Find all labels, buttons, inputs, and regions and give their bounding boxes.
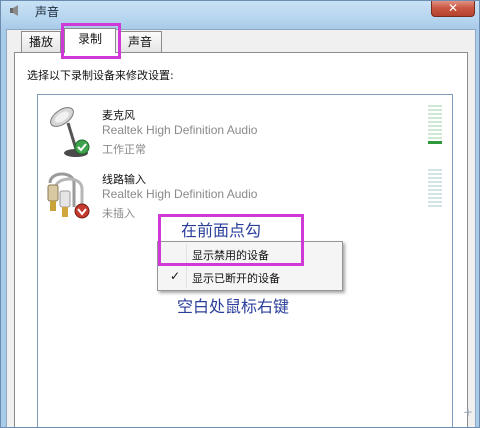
tab-label: 声音	[127, 35, 152, 49]
down-arrow-badge-icon	[74, 203, 90, 219]
instruction-text: 选择以下录制设备来修改设置:	[27, 69, 174, 82]
close-button[interactable]: ✕	[431, 1, 475, 17]
sound-dialog-window: 声音 ✕ 播放 录制 声音 选择以下录制设备来修改设置: 麦克风 Realtek…	[0, 0, 480, 428]
check-badge-icon	[74, 139, 90, 155]
level-meter	[428, 169, 442, 207]
level-meter	[428, 105, 442, 144]
device-driver: Realtek High Definition Audio	[102, 187, 258, 201]
annotation-right-click-blank: 空白处鼠标右键	[177, 297, 290, 316]
device-status: 工作正常	[102, 143, 146, 156]
window-title: 声音	[35, 5, 60, 19]
list-item-microphone[interactable]: 麦克风 Realtek High Definition Audio 工作正常	[38, 101, 452, 163]
tab-playback[interactable]: 播放	[21, 31, 61, 53]
annotation-check-front: 在前面点勾	[181, 221, 262, 240]
tab-sounds[interactable]: 声音	[118, 31, 162, 53]
speaker-icon	[10, 5, 18, 16]
tab-label: 录制	[77, 32, 102, 46]
menu-separator	[186, 244, 187, 288]
device-status: 未插入	[102, 207, 135, 220]
close-icon: ✕	[447, 1, 459, 15]
tab-recording[interactable]: 录制	[64, 28, 116, 53]
device-driver: Realtek High Definition Audio	[102, 123, 258, 137]
device-name: 麦克风	[102, 109, 135, 122]
menu-item-show-disabled[interactable]: 显示禁用的设备	[192, 247, 269, 263]
watermark: +	[462, 404, 474, 420]
menu-item-show-disconnected[interactable]: 显示已断开的设备	[192, 270, 280, 286]
device-name: 线路输入	[102, 173, 146, 186]
checkmark-icon: ✓	[170, 269, 181, 283]
title-bar[interactable]: 声音 ✕	[1, 1, 479, 21]
context-menu: 显示禁用的设备 ✓ 显示已断开的设备	[157, 241, 343, 291]
tab-label: 播放	[28, 35, 53, 49]
